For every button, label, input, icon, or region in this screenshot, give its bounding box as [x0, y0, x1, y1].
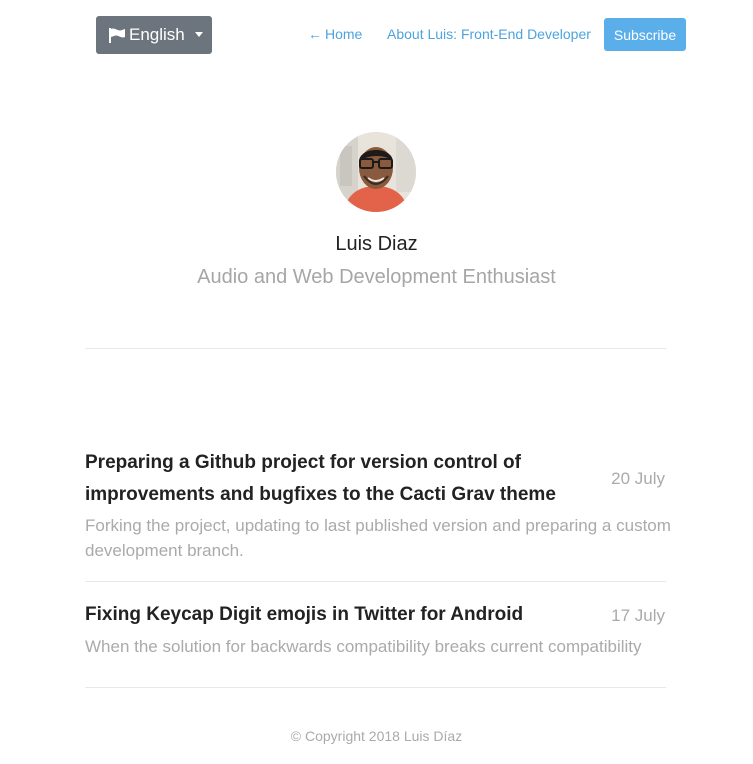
language-dropdown-button[interactable]: English	[96, 16, 212, 54]
divider	[85, 348, 666, 349]
post-description: When the solution for backwards compatib…	[85, 634, 642, 659]
left-arrow-icon: ←	[308, 26, 322, 42]
divider	[85, 581, 666, 582]
profile-tagline: Audio and Web Development Enthusiast	[197, 266, 556, 288]
post-title[interactable]: Fixing Keycap Digit emojis in Twitter fo…	[85, 599, 523, 631]
post-description-line: Forking the project, updating to last pu…	[85, 516, 671, 535]
about-link[interactable]: About Luis: Front-End Developer	[387, 26, 591, 42]
post-date: 20 July	[611, 469, 665, 488]
post-title[interactable]: Preparing a Github project for version c…	[85, 447, 556, 511]
subscribe-button[interactable]: Subscribe	[604, 18, 686, 51]
avatar-portrait	[336, 132, 416, 212]
avatar	[336, 132, 416, 212]
post-description-line: development branch.	[85, 541, 244, 560]
profile-name: Luis Diaz	[335, 233, 418, 255]
post-title-line: Preparing a Github project for version c…	[85, 452, 521, 473]
post-date: 17 July	[611, 606, 665, 625]
post-title-line: Fixing Keycap Digit emojis in Twitter fo…	[85, 604, 524, 625]
post-title-line: improvements and bugfixes to the Cacti G…	[85, 484, 556, 505]
post-description: Forking the project, updating to last pu…	[85, 513, 671, 563]
flag-icon	[109, 27, 125, 43]
caret-down-icon	[194, 31, 203, 37]
home-link[interactable]: ← Home	[308, 26, 362, 42]
footer-copyright: © Copyright 2018 Luis Díaz	[290, 728, 463, 744]
home-link-label: Home	[325, 26, 363, 42]
divider	[85, 687, 666, 688]
language-label: English	[129, 25, 185, 44]
post-description-line: When the solution for backwards compatib…	[85, 637, 642, 656]
page: English ← Home About Luis: Front-End Deve…	[0, 0, 753, 764]
